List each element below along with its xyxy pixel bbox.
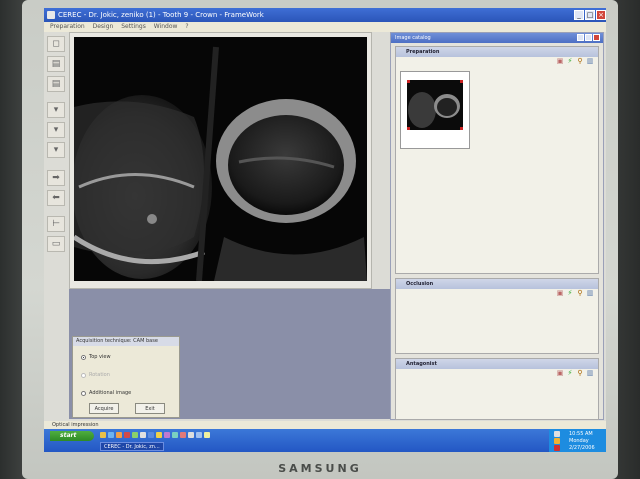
section-occlusion-tools: ▣ ⚡ ⚲ ▥ [554,280,594,297]
menu-settings[interactable]: Settings [121,23,146,30]
screen: CEREC - Dr. Jokic, zeniko (1) - Tooth 9 … [44,8,606,452]
monitor-brand: SAMSUNG [278,462,362,475]
label-rotation: Rotation [89,372,110,378]
lightning-icon[interactable]: ⚡ [566,369,574,377]
quicklaunch-icon[interactable] [132,432,138,438]
camera-icon[interactable]: ▣ [556,57,564,65]
quicklaunch-icon[interactable] [180,432,186,438]
tool-filter2-icon[interactable]: ▾ [47,122,65,138]
radio-additional-image[interactable] [81,391,86,396]
left-toolbar: ◻ ▤ ▤ ▾ ▾ ▾ ➡ ⬅ ⊢ ▭ [47,36,67,252]
trash-icon[interactable]: ▥ [586,57,594,65]
window-title: CEREC - Dr. Jokic, zeniko (1) - Tooth 9 … [58,11,264,19]
catalog-title: Image catalog [391,33,603,43]
quicklaunch-icon[interactable] [124,432,130,438]
quicklaunch-icon[interactable] [204,432,210,438]
tool-filter3-icon[interactable]: ▾ [47,142,65,158]
preparation-thumbnail[interactable] [400,71,470,149]
quicklaunch-icon[interactable] [188,432,194,438]
quicklaunch-icon[interactable] [108,432,114,438]
catalog-minimize-button[interactable] [577,34,584,41]
quicklaunch-icon[interactable] [196,432,202,438]
taskbar: start CEREC - Dr. Jokic, zn... 10:55 AM … [44,429,606,452]
menu-design[interactable]: Design [93,23,114,30]
section-preparation-tools: ▣ ⚡ ⚲ ▥ [554,48,594,65]
acquisition-title: Acquisition technique: CAM base [73,337,179,346]
tool-save-icon[interactable]: ▤ [47,56,65,72]
volume-icon[interactable] [554,438,560,444]
close-button[interactable]: × [596,10,606,20]
minimize-button[interactable]: _ [574,10,584,20]
tool-capture-icon[interactable]: ◻ [47,36,65,52]
catalog-maximize-button[interactable] [585,34,592,41]
quicklaunch-icon[interactable] [116,432,122,438]
system-tray: 10:55 AM Monday 2/27/2006 [549,429,606,452]
quicklaunch-icon[interactable] [148,432,154,438]
menu-window[interactable]: Window [154,23,178,30]
tool-pin-icon[interactable]: ⊢ [47,216,65,232]
app-icon [47,11,55,19]
trash-icon[interactable]: ▥ [586,289,594,297]
status-bar: Optical impression [44,421,606,429]
corner-marker [460,80,463,83]
acquisition-dialog: Acquisition technique: CAM base Top view… [72,336,180,418]
lightning-icon[interactable]: ⚡ [566,289,574,297]
clock-date: 2/27/2006 [569,445,595,451]
radio-rotation[interactable] [81,373,86,378]
quicklaunch-icon[interactable] [164,432,170,438]
arrow-right-icon[interactable]: ➡ [47,170,65,186]
section-occlusion: Occlusion ▣ ⚡ ⚲ ▥ [395,278,599,354]
arrow-left-icon[interactable]: ⬅ [47,190,65,206]
camera-icon[interactable]: ▣ [556,289,564,297]
trash-icon[interactable]: ▥ [586,369,594,377]
acquire-button[interactable]: Acquire [89,403,119,414]
tool-filter-icon[interactable]: ▾ [47,102,65,118]
clock-day: Monday [569,438,589,444]
catalog-close-button[interactable] [593,34,600,41]
magnifier-icon[interactable]: ⚲ [576,289,584,297]
tool-frame-icon[interactable]: ▭ [47,236,65,252]
section-preparation: Preparation ▣ ⚡ ⚲ ▥ [395,46,599,274]
magnifier-icon[interactable]: ⚲ [576,57,584,65]
label-top-view: Top view [89,354,111,360]
start-button[interactable]: start [50,431,94,441]
radio-top-view[interactable] [81,355,86,360]
quicklaunch-icon[interactable] [100,432,106,438]
tool-save-as-icon[interactable]: ▤ [47,76,65,92]
menu-preparation[interactable]: Preparation [50,23,85,30]
clock-time[interactable]: 10:55 AM [569,431,593,437]
title-bar: CEREC - Dr. Jokic, zeniko (1) - Tooth 9 … [44,8,606,22]
exit-button[interactable]: Exit [135,403,165,414]
corner-marker [407,127,410,130]
menu-help[interactable]: ? [185,23,188,30]
quicklaunch-icon[interactable] [156,432,162,438]
lightning-icon[interactable]: ⚡ [566,57,574,65]
menu-bar: Preparation Design Settings Window ? [44,22,606,32]
image-catalog-panel: Image catalog Preparation ▣ ⚡ ⚲ ▥ Occlus… [390,32,604,420]
section-antagonist-tools: ▣ ⚡ ⚲ ▥ [554,360,594,377]
section-antagonist: Antagonist ▣ ⚡ ⚲ ▥ [395,358,599,420]
security-icon[interactable] [554,445,560,451]
thumbnail-image [407,80,463,130]
tooth-scan-image [74,37,367,281]
magnifier-icon[interactable]: ⚲ [576,369,584,377]
corner-marker [460,127,463,130]
quicklaunch-icon[interactable] [140,432,146,438]
taskbar-window-button[interactable]: CEREC - Dr. Jokic, zn... [100,442,164,451]
corner-marker [407,80,410,83]
maximize-button[interactable]: □ [585,10,595,20]
camera-icon[interactable]: ▣ [556,369,564,377]
image-viewer[interactable] [69,32,372,289]
quicklaunch-icon[interactable] [172,432,178,438]
label-additional-image: Additional image [89,390,132,396]
network-icon[interactable] [554,431,560,437]
